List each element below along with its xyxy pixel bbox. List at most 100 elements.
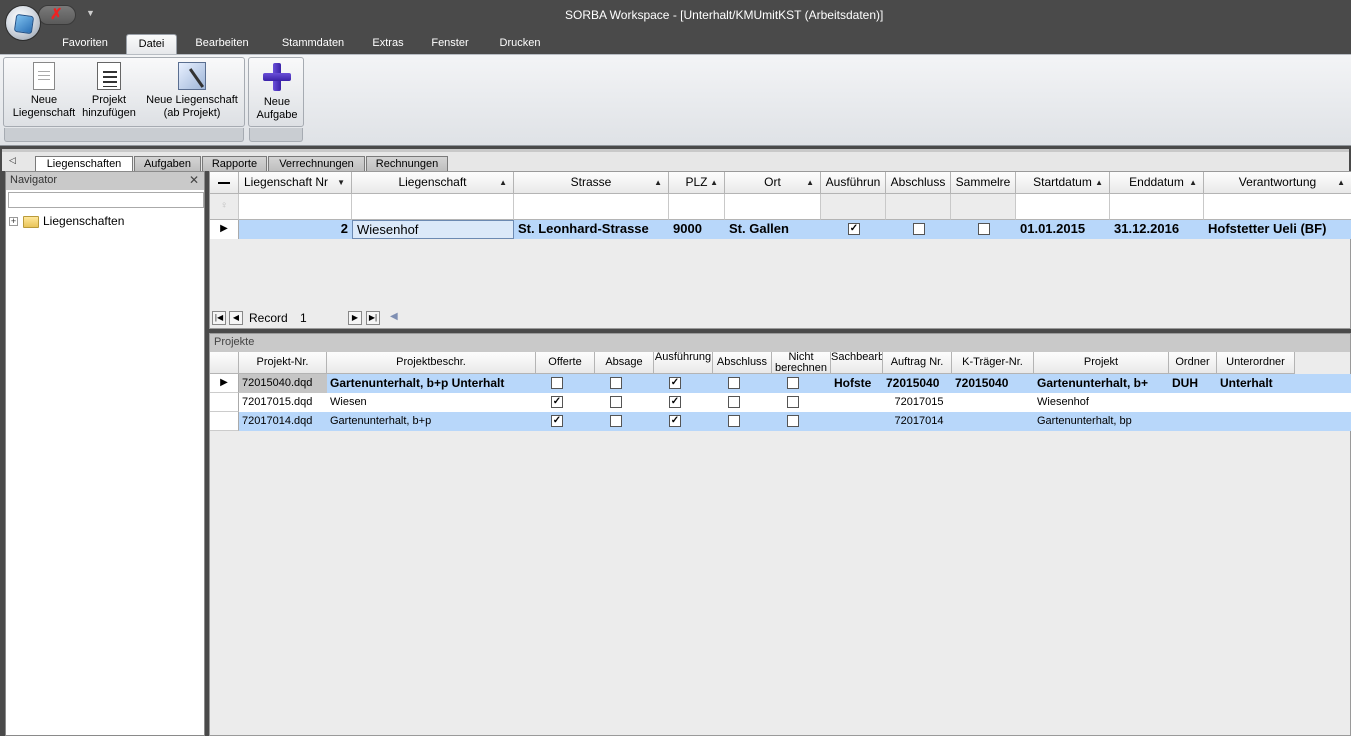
- col-startdatum[interactable]: Startdatum ▲: [1016, 172, 1110, 194]
- cell-projekt-nr[interactable]: 72015040.dqd: [239, 374, 327, 393]
- row-selector[interactable]: [210, 393, 239, 412]
- tab-scroll-left-icon[interactable]: ◁: [9, 155, 16, 166]
- filter-verantwortung[interactable]: [1204, 194, 1351, 220]
- cell-projekt[interactable]: Gartenunterhalt, b+: [1034, 374, 1169, 393]
- cell-startdatum[interactable]: 01.01.2015: [1016, 220, 1110, 239]
- new-property-from-project-button[interactable]: Neue Liegenschaft (ab Projekt): [142, 62, 242, 120]
- col-ordner[interactable]: Ordner: [1169, 352, 1217, 374]
- col-ausfuehrung[interactable]: Ausführung: [654, 352, 713, 374]
- tab-drucken[interactable]: Drucken: [488, 34, 552, 54]
- col-unterordner[interactable]: Unterordner: [1217, 352, 1295, 374]
- cell-sachbearbeiter[interactable]: Hofste: [831, 374, 883, 393]
- doctab-rapporte[interactable]: Rapporte: [202, 156, 267, 172]
- checkbox-ausfuehrung[interactable]: ✓: [669, 377, 681, 389]
- cell-ordner[interactable]: [1169, 412, 1217, 431]
- filter-enddatum[interactable]: [1110, 194, 1204, 220]
- tab-extras[interactable]: Extras: [363, 34, 413, 54]
- doctab-aufgaben[interactable]: Aufgaben: [134, 156, 201, 172]
- cell-liegenschaft-nr[interactable]: 2: [239, 220, 352, 239]
- cell-projekt-nr[interactable]: 72017014.dqd: [239, 412, 327, 431]
- filter-plz[interactable]: [669, 194, 725, 220]
- col-strasse[interactable]: Strasse ▲: [514, 172, 669, 194]
- cell-sachbearbeiter[interactable]: [831, 393, 883, 412]
- cell-projektbeschr[interactable]: Gartenunterhalt, b+p: [327, 412, 536, 431]
- cell-strasse[interactable]: St. Leonhard-Strasse: [514, 220, 669, 239]
- filter-sammelrechnung[interactable]: [951, 194, 1016, 220]
- row-indicator-icon[interactable]: ▶: [210, 374, 239, 393]
- last-record-icon[interactable]: ▶|: [366, 311, 380, 325]
- new-task-button[interactable]: Neue Aufgabe: [251, 62, 303, 122]
- filter-ausfuehrung[interactable]: [821, 194, 886, 220]
- cell-sachbearbeiter[interactable]: [831, 412, 883, 431]
- next-record-icon[interactable]: ▶: [348, 311, 362, 325]
- tab-bearbeiten[interactable]: Bearbeiten: [183, 34, 261, 54]
- col-auftrag-nr[interactable]: Auftrag Nr.: [883, 352, 952, 374]
- cell-auftrag-nr[interactable]: 72015040: [883, 374, 952, 393]
- filter-liegenschaft[interactable]: [352, 194, 514, 220]
- add-project-button[interactable]: Projekt hinzufügen: [78, 62, 140, 120]
- col-plz[interactable]: PLZ ▲: [669, 172, 725, 194]
- checkbox-ausfuehrung[interactable]: ✓: [669, 415, 681, 427]
- navigator-search-input[interactable]: [8, 192, 204, 208]
- cell-ordner[interactable]: [1169, 393, 1217, 412]
- col-nicht-berechnen[interactable]: Nicht berechnen: [772, 352, 831, 374]
- checkbox-absage[interactable]: [610, 377, 622, 389]
- col-liegenschaft-nr[interactable]: Liegenschaft Nr ▼: [239, 172, 352, 194]
- cell-unterordner[interactable]: [1217, 412, 1295, 431]
- doctab-rechnungen[interactable]: Rechnungen: [366, 156, 448, 172]
- tab-stammdaten[interactable]: Stammdaten: [268, 34, 358, 54]
- checkbox-sammelrechnung[interactable]: [978, 223, 990, 235]
- cell-projekt-nr[interactable]: 72017015.dqd: [239, 393, 327, 412]
- checkbox-ausfuehrung[interactable]: ✓: [848, 223, 860, 235]
- cell-unterordner[interactable]: [1217, 393, 1295, 412]
- table-row[interactable]: ▶ 72015040.dqd Gartenunterhalt, b+p Unte…: [210, 374, 1351, 393]
- col-sammelrechnung[interactable]: Sammelre: [951, 172, 1016, 194]
- cell-liegenschaft[interactable]: Wiesenhof: [352, 220, 514, 239]
- application-menu-button[interactable]: [5, 5, 41, 41]
- doctab-verrechnungen[interactable]: Verrechnungen: [268, 156, 365, 172]
- col-verantwortung[interactable]: Verantwortung ▲: [1204, 172, 1351, 194]
- checkbox-offerte[interactable]: [551, 377, 563, 389]
- checkbox-nicht-berechnen[interactable]: [787, 377, 799, 389]
- expand-icon[interactable]: +: [9, 217, 18, 227]
- filter-ort[interactable]: [725, 194, 821, 220]
- tab-favoriten[interactable]: Favoriten: [50, 34, 120, 54]
- tree-item-liegenschaften[interactable]: + Liegenschaften: [9, 213, 124, 229]
- filter-strasse[interactable]: [514, 194, 669, 220]
- cell-ort[interactable]: St. Gallen: [725, 220, 821, 239]
- cell-auftrag-nr[interactable]: 72017015: [883, 393, 952, 412]
- cell-ktraeger-nr[interactable]: 72015040: [952, 374, 1034, 393]
- cell-projektbeschr[interactable]: Gartenunterhalt, b+p Unterhalt: [327, 374, 536, 393]
- checkbox-absage[interactable]: [610, 415, 622, 427]
- col-ort[interactable]: Ort ▲: [725, 172, 821, 194]
- col-projekt[interactable]: Projekt: [1034, 352, 1169, 374]
- checkbox-abschluss[interactable]: [728, 396, 740, 408]
- new-property-button[interactable]: Neue Liegenschaft: [8, 62, 80, 120]
- filter-startdatum[interactable]: [1016, 194, 1110, 220]
- checkbox-abschluss[interactable]: [913, 223, 925, 235]
- record-input[interactable]: 1: [300, 311, 346, 325]
- close-icon[interactable]: ✕: [189, 172, 199, 189]
- table-row[interactable]: 72017014.dqd Gartenunterhalt, b+p ✓ ✓ 72…: [210, 412, 1351, 431]
- checkbox-nicht-berechnen[interactable]: [787, 396, 799, 408]
- first-record-icon[interactable]: |◀: [212, 311, 226, 325]
- cell-verantwortung[interactable]: Hofstetter Ueli (BF): [1204, 220, 1351, 239]
- col-abschluss[interactable]: Abschluss: [713, 352, 772, 374]
- col-sachbearbeiter[interactable]: Sachbearbeiter: [831, 352, 883, 374]
- cell-ordner[interactable]: DUH: [1169, 374, 1217, 393]
- tab-datei[interactable]: Datei: [126, 34, 177, 54]
- col-projektbeschr[interactable]: Projektbeschr.: [327, 352, 536, 374]
- cell-projektbeschr[interactable]: Wiesen: [327, 393, 536, 412]
- tab-fenster[interactable]: Fenster: [420, 34, 480, 54]
- checkbox-nicht-berechnen[interactable]: [787, 415, 799, 427]
- checkbox-abschluss[interactable]: [728, 377, 740, 389]
- col-ktraeger-nr[interactable]: K-Träger-Nr.: [952, 352, 1034, 374]
- row-selector-header[interactable]: [210, 172, 239, 194]
- cell-ktraeger-nr[interactable]: [952, 393, 1034, 412]
- cell-projekt[interactable]: Wiesenhof: [1034, 393, 1169, 412]
- checkbox-offerte[interactable]: ✓: [551, 415, 563, 427]
- cell-unterordner[interactable]: Unterhalt: [1217, 374, 1295, 393]
- cell-ktraeger-nr[interactable]: [952, 412, 1034, 431]
- table-row[interactable]: 72017015.dqd Wiesen ✓ ✓ 72017015 Wiesenh…: [210, 393, 1351, 412]
- cell-plz[interactable]: 9000: [669, 220, 725, 239]
